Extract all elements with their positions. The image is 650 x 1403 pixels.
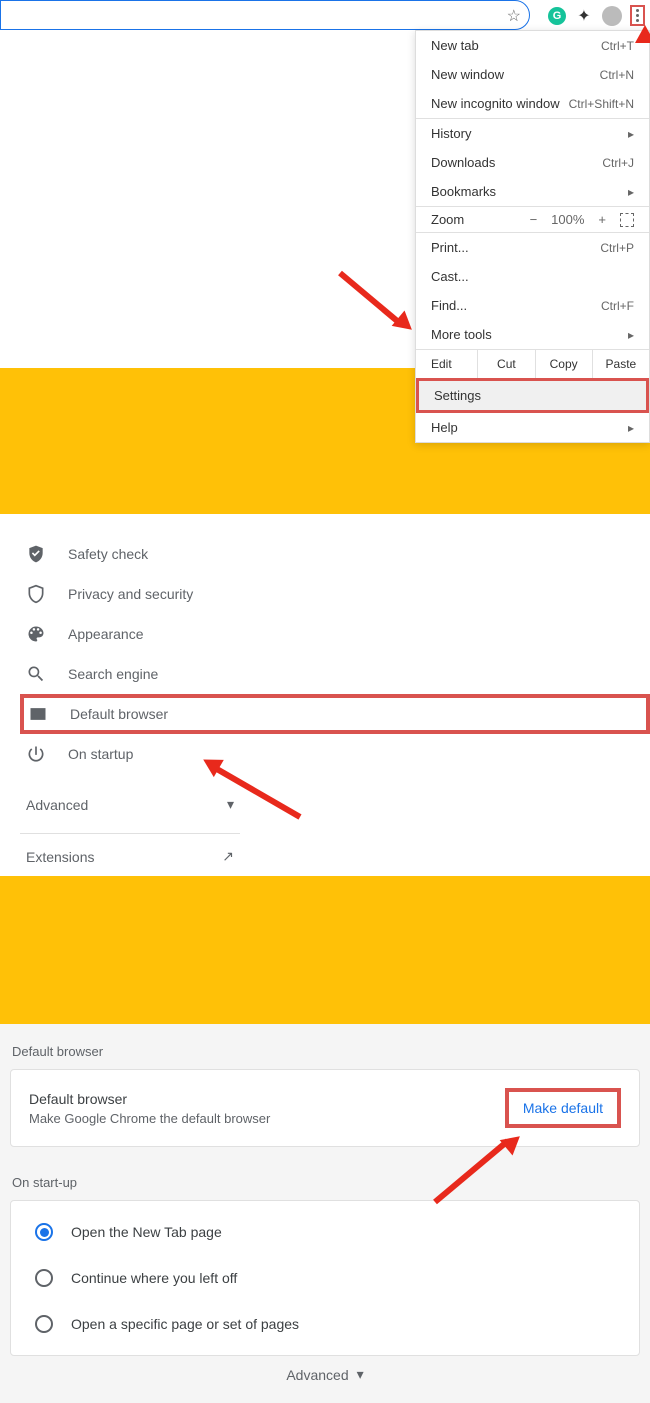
browser-icon <box>28 704 48 724</box>
menu-bookmarks[interactable]: Bookmarks▸ <box>416 177 649 206</box>
menu-zoom: Zoom − 100% + <box>416 207 649 232</box>
make-default-button[interactable]: Make default <box>505 1088 621 1128</box>
menu-help[interactable]: Help▸ <box>416 413 649 442</box>
default-browser-label: Default browser <box>29 1091 270 1107</box>
menu-downloads[interactable]: DownloadsCtrl+J <box>416 148 649 177</box>
menu-edit-label: Edit <box>416 350 478 378</box>
menu-print[interactable]: Print...Ctrl+P <box>416 233 649 262</box>
menu-cut[interactable]: Cut <box>478 350 535 378</box>
sidebar-search-engine[interactable]: Search engine <box>20 654 650 694</box>
radio-icon <box>35 1223 53 1241</box>
section-heading-startup: On start-up <box>0 1165 650 1200</box>
open-external-icon: ↗ <box>222 848 234 865</box>
startup-card: Open the New Tab page Continue where you… <box>10 1200 640 1356</box>
sidebar-safety-check[interactable]: Safety check <box>20 534 650 574</box>
power-icon <box>26 744 46 764</box>
sidebar-default-browser[interactable]: Default browser <box>20 694 650 734</box>
radio-icon <box>35 1269 53 1287</box>
annotation-arrow-head <box>635 25 650 43</box>
zoom-value: 100% <box>551 212 584 227</box>
menu-more-tools[interactable]: More tools▸ <box>416 320 649 349</box>
radio-icon <box>35 1315 53 1333</box>
menu-new-tab[interactable]: New tabCtrl+T <box>416 31 649 60</box>
startup-option-specific[interactable]: Open a specific page or set of pages <box>29 1301 621 1347</box>
sidebar-advanced[interactable]: Advanced ▾ <box>20 782 240 827</box>
palette-icon <box>26 624 46 644</box>
grammarly-icon[interactable]: G <box>548 7 566 25</box>
annotation-arrow <box>338 271 403 327</box>
chevron-down-icon: ▾ <box>357 1366 364 1383</box>
menu-paste[interactable]: Paste <box>593 350 649 378</box>
address-bar[interactable]: ☆ <box>0 0 530 30</box>
chrome-menu-button[interactable] <box>630 5 645 26</box>
zoom-out-button[interactable]: − <box>530 212 538 227</box>
default-browser-card: Default browser Make Google Chrome the d… <box>10 1069 640 1147</box>
default-browser-sub: Make Google Chrome the default browser <box>29 1111 270 1126</box>
chrome-menu: New tabCtrl+T New windowCtrl+N New incog… <box>415 30 650 443</box>
menu-find[interactable]: Find...Ctrl+F <box>416 291 649 320</box>
zoom-in-button[interactable]: + <box>598 212 606 227</box>
menu-copy[interactable]: Copy <box>536 350 593 378</box>
search-icon <box>26 664 46 684</box>
shield-check-icon <box>26 544 46 564</box>
menu-cast[interactable]: Cast... <box>416 262 649 291</box>
menu-new-window[interactable]: New windowCtrl+N <box>416 60 649 89</box>
menu-settings[interactable]: Settings <box>416 378 649 413</box>
fullscreen-icon[interactable] <box>620 213 634 227</box>
bookmark-star-icon[interactable]: ☆ <box>507 6 521 26</box>
section-heading-default-browser: Default browser <box>0 1034 650 1069</box>
startup-option-newtab[interactable]: Open the New Tab page <box>29 1209 621 1255</box>
shield-icon <box>26 584 46 604</box>
startup-option-continue[interactable]: Continue where you left off <box>29 1255 621 1301</box>
divider <box>0 876 650 1024</box>
chevron-down-icon: ▾ <box>227 796 234 813</box>
advanced-toggle[interactable]: Advanced ▾ <box>0 1356 650 1383</box>
menu-incognito[interactable]: New incognito windowCtrl+Shift+N <box>416 89 649 118</box>
sidebar-on-startup[interactable]: On startup <box>20 734 650 774</box>
sidebar-appearance[interactable]: Appearance <box>20 614 650 654</box>
profile-avatar-icon[interactable] <box>602 6 622 26</box>
sidebar-extensions[interactable]: Extensions ↗ <box>20 833 240 879</box>
menu-history[interactable]: History▸ <box>416 119 649 148</box>
sidebar-privacy[interactable]: Privacy and security <box>20 574 650 614</box>
extensions-icon[interactable]: ✦ <box>574 6 594 26</box>
